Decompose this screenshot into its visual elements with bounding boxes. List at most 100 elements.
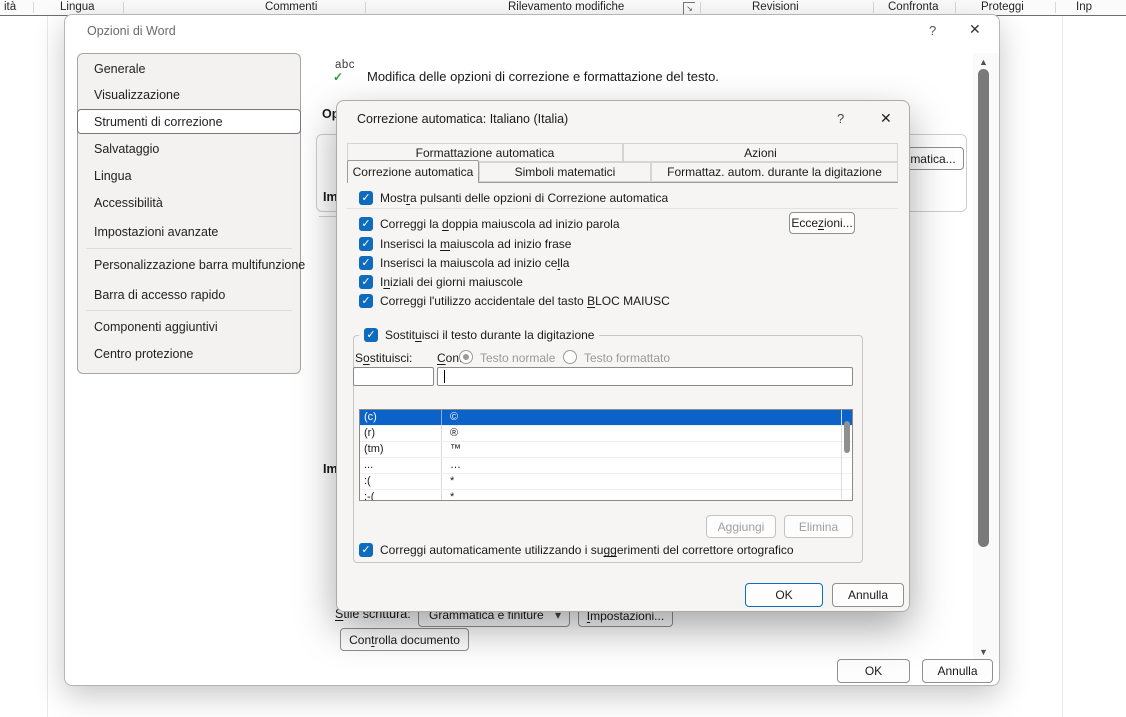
sidebar-item-strumenti-di-correzione[interactable]: Strumenti di correzione xyxy=(77,109,301,134)
table-row[interactable]: (tm)™ xyxy=(360,442,852,458)
checkbox-checked-icon: ✓ xyxy=(359,543,373,557)
checkbox-iniziali-giorni[interactable]: ✓ Iniziali dei giorni maiuscole xyxy=(359,275,523,289)
help-icon[interactable]: ? xyxy=(929,23,936,38)
replacements-table[interactable]: (c)© (r)® (tm)™ ...… :(* :-(* xyxy=(359,409,853,501)
ribbon-separator xyxy=(1055,2,1056,13)
checkbox-checked-icon: ✓ xyxy=(359,237,373,251)
cell-from: :-( xyxy=(360,490,442,501)
ok-button[interactable]: OK xyxy=(745,583,823,607)
cell-to: * xyxy=(442,490,454,501)
radio-testo-formattato[interactable] xyxy=(563,350,577,364)
ok-button[interactable]: OK xyxy=(837,659,910,683)
sostituisci-label: Sostituisci: xyxy=(355,351,412,365)
dialog-launcher-icon[interactable]: ↘ xyxy=(683,2,695,14)
ribbon-separator xyxy=(873,2,874,13)
sidebar-item-componenti-aggiuntivi[interactable]: Componenti aggiuntivi xyxy=(78,317,300,337)
ribbon-group-confronta[interactable]: Confronta xyxy=(888,1,939,13)
scrollbar-up-icon[interactable]: ▲ xyxy=(979,57,988,67)
section-separator xyxy=(347,208,898,209)
table-scrollbar-track[interactable] xyxy=(841,410,842,499)
cell-from: (r) xyxy=(360,426,442,441)
cell-from: ... xyxy=(360,458,442,473)
sidebar-item-salvataggio[interactable]: Salvataggio xyxy=(78,139,300,159)
table-scrollbar-thumb[interactable] xyxy=(844,421,850,453)
tab-formattaz-autom-digitazione[interactable]: Formattaz. autom. durante la digitazione xyxy=(651,162,898,182)
ribbon-separator xyxy=(955,2,956,13)
cell-to: * xyxy=(442,474,454,489)
checkbox-label: Correggi la doppia maiuscola ad inizio p… xyxy=(380,217,620,231)
checkbox-bloc-maiusc[interactable]: ✓Correggi l'utilizzo accidentale del tas… xyxy=(359,294,670,308)
cell-to: … xyxy=(442,458,461,473)
help-icon[interactable]: ? xyxy=(837,111,844,126)
sidebar-item-generale[interactable]: Generale xyxy=(78,59,300,79)
checkbox-doppia-maiuscola[interactable]: ✓ Correggi la doppia maiuscola ad inizio … xyxy=(359,217,620,231)
table-row[interactable]: ...… xyxy=(360,458,852,474)
checkbox-maiuscola-cella[interactable]: ✓Inserisci la maiuscola ad inizio cella xyxy=(359,256,569,270)
sidebar-item-visualizzazione[interactable]: Visualizzazione xyxy=(78,85,300,105)
aggiungi-button[interactable]: Aggiungi xyxy=(706,515,776,538)
table-row[interactable]: (c)© xyxy=(360,410,852,426)
radio-testo-normale[interactable] xyxy=(459,350,473,364)
ribbon-group-commenti[interactable]: Commenti xyxy=(265,1,317,13)
table-row[interactable]: (r)® xyxy=(360,426,852,442)
table-row[interactable]: :(* xyxy=(360,474,852,490)
checkbox-checked-icon: ✓ xyxy=(359,275,373,289)
checkbox-maiuscola-frase[interactable]: ✓ Inserisci la maiuscola ad inizio frase xyxy=(359,237,571,251)
autocorrect-options-button-partial[interactable]: matica... xyxy=(902,147,964,170)
ribbon-group-rilevamento-modifiche[interactable]: Rilevamento modifiche xyxy=(508,1,624,13)
sidebar-item-accessibilita[interactable]: Accessibilità xyxy=(78,193,300,213)
cell-to: ® xyxy=(442,426,458,441)
sidebar-separator xyxy=(86,248,292,249)
ribbon-group-input[interactable]: Inp xyxy=(1076,1,1092,13)
checkbox-label: Iniziali dei giorni maiuscole xyxy=(380,275,523,289)
checkbox-checked-icon: ✓ xyxy=(364,328,378,342)
tab-correzione-automatica[interactable]: Correzione automatica xyxy=(347,160,479,183)
scrollbar-down-icon[interactable]: ▼ xyxy=(979,647,988,657)
cell-from: :( xyxy=(360,474,442,489)
checkbox-checked-icon: ✓ xyxy=(359,217,373,231)
cancel-button[interactable]: Annulla xyxy=(832,583,904,607)
word-window: ità Lingua Commenti Rilevamento modifich… xyxy=(0,0,1126,717)
checkbox-sostituisci-testo[interactable]: ✓ Sostituisci il testo durante la digitaz… xyxy=(359,328,599,342)
checkbox-label: Sostituisci il testo durante la digitazi… xyxy=(385,328,594,342)
elimina-button[interactable]: Elimina xyxy=(784,515,853,538)
ribbon-group-accessibilita[interactable]: ità xyxy=(4,1,16,13)
sidebar-item-personalizzazione-barra[interactable]: Personalizzazione barra multifunzione xyxy=(78,255,300,275)
checkbox-label: Mostra pulsanti delle opzioni di Correzi… xyxy=(380,191,668,205)
sidebar-item-impostazioni-avanzate[interactable]: Impostazioni avanzate xyxy=(78,222,300,242)
sidebar-separator xyxy=(86,310,292,311)
tab-azioni[interactable]: Azioni xyxy=(623,143,898,162)
scrollbar-thumb[interactable] xyxy=(978,69,989,547)
checkbox-mostra-pulsanti[interactable]: ✓ Mostra pulsanti delle opzioni di Correz… xyxy=(359,191,668,205)
checkbox-suggerimenti-correttore[interactable]: ✓Correggi automaticamente utilizzando i … xyxy=(359,543,794,557)
cell-from: (tm) xyxy=(360,442,442,457)
checkbox-label: Inserisci la maiuscola ad inizio frase xyxy=(380,237,571,251)
radio-testo-normale-label: Testo normale xyxy=(480,351,555,365)
eccezioni-button[interactable]: Eccezioni... xyxy=(789,212,855,234)
ribbon-separator xyxy=(33,2,34,13)
cell-from: (c) xyxy=(360,410,442,425)
radio-testo-formattato-label: Testo formattato xyxy=(584,351,670,365)
sostituisci-input[interactable] xyxy=(353,367,434,386)
document-edge-right xyxy=(1062,16,1063,717)
checkbox-checked-icon: ✓ xyxy=(359,191,373,205)
proofing-check-icon: ✓ xyxy=(333,70,343,84)
options-sidebar: Generale Visualizzazione Strumenti di co… xyxy=(77,53,301,374)
ribbon-separator xyxy=(700,2,701,13)
ribbon-group-lingua[interactable]: Lingua xyxy=(60,1,95,13)
ribbon-group-revisioni[interactable]: Revisioni xyxy=(752,1,799,13)
con-input[interactable] xyxy=(437,367,853,386)
text-caret xyxy=(444,370,445,383)
tab-simboli-matematici[interactable]: Simboli matematici xyxy=(479,162,651,182)
cell-to: ™ xyxy=(442,442,461,457)
close-icon[interactable]: ✕ xyxy=(969,21,981,38)
controlla-documento-button[interactable]: Controlla documento xyxy=(340,628,469,651)
table-row[interactable]: :-(* xyxy=(360,490,852,501)
close-icon[interactable]: ✕ xyxy=(880,110,892,127)
ribbon-separator xyxy=(123,2,124,13)
cancel-button[interactable]: Annulla xyxy=(922,659,993,683)
ribbon-group-proteggi[interactable]: Proteggi xyxy=(981,1,1024,13)
sidebar-item-lingua[interactable]: Lingua xyxy=(78,166,300,186)
sidebar-item-barra-accesso-rapido[interactable]: Barra di accesso rapido xyxy=(78,285,300,305)
sidebar-item-centro-protezione[interactable]: Centro protezione xyxy=(78,344,300,364)
